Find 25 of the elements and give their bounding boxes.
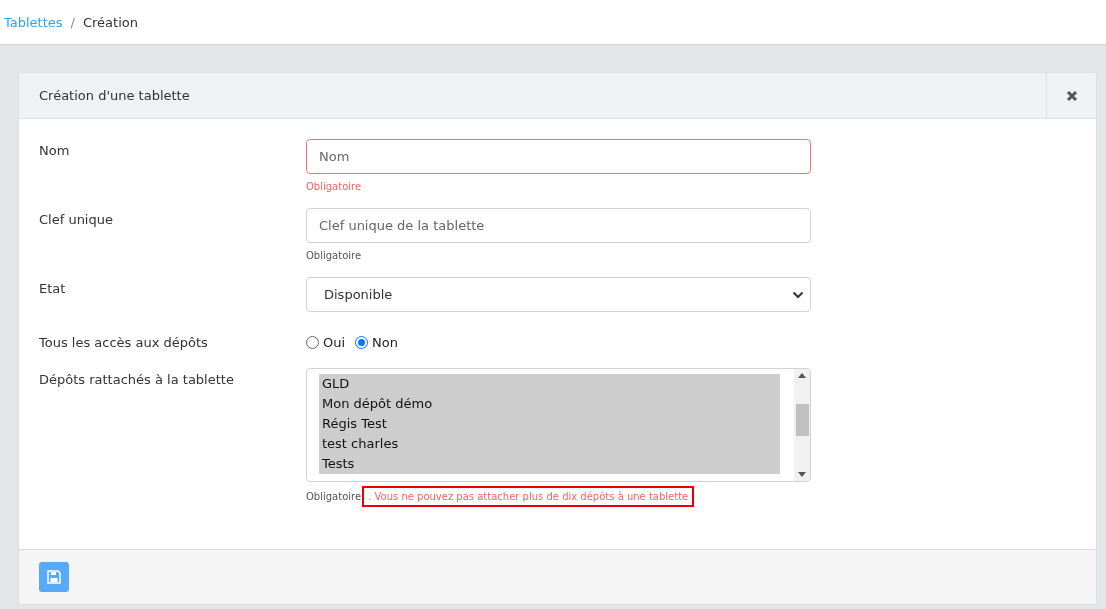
text-field[interactable]: Clef unique de la tablette — [306, 208, 811, 243]
close-icon — [1065, 89, 1078, 102]
field-label: Etat — [39, 280, 67, 298]
radio-option[interactable]: Oui — [306, 335, 346, 350]
help-text: Obligatoire — [306, 249, 362, 261]
scroll-up-icon[interactable] — [798, 373, 806, 378]
radio-option[interactable]: Non — [355, 335, 398, 350]
error-message: . Vous ne pouvez pas attacher plus de dix dépôts à une tablette — [362, 485, 695, 507]
scroll-down-icon[interactable] — [798, 472, 806, 477]
state-select[interactable]: Disponible — [306, 277, 811, 312]
chevron-icon — [792, 290, 804, 299]
field-label: Tous les accès aux dépôts — [39, 334, 209, 350]
breadcrumb-separator: / — [70, 14, 75, 30]
breadcrumb-current: Création — [83, 14, 138, 30]
help-text: Obligatoire — [306, 180, 362, 192]
scrollbar[interactable] — [794, 369, 810, 481]
save-button[interactable] — [39, 562, 69, 592]
scroll-thumb[interactable] — [795, 404, 809, 436]
field-label: Nom — [39, 142, 71, 160]
field-label: Dépôts rattachés à la tablette — [39, 371, 235, 389]
card-title: Création d'une tablette — [38, 87, 191, 105]
depot-listbox[interactable]: GLD Mon dépôt démo Régis Test test charles Tests — [306, 368, 811, 482]
help-text: Obligatoire — [306, 490, 362, 502]
field-label: Clef unique — [39, 211, 114, 229]
text-field[interactable]: Nom — [306, 139, 811, 174]
